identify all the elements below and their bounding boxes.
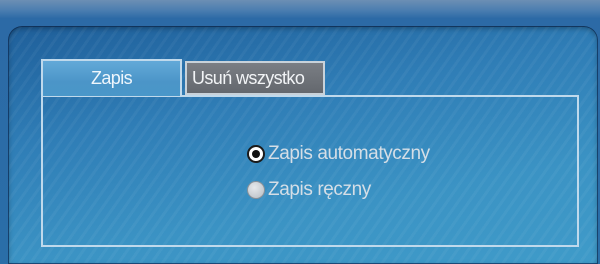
tab-usun-wszystko-label: Usuń wszystko — [192, 67, 305, 88]
tab-zapis-label: Zapis — [90, 68, 133, 88]
tab-content-frame — [41, 95, 579, 247]
tab-usun-wszystko[interactable]: Usuń wszystko — [185, 61, 325, 95]
tab-zapis[interactable]: Zapis — [41, 59, 182, 96]
